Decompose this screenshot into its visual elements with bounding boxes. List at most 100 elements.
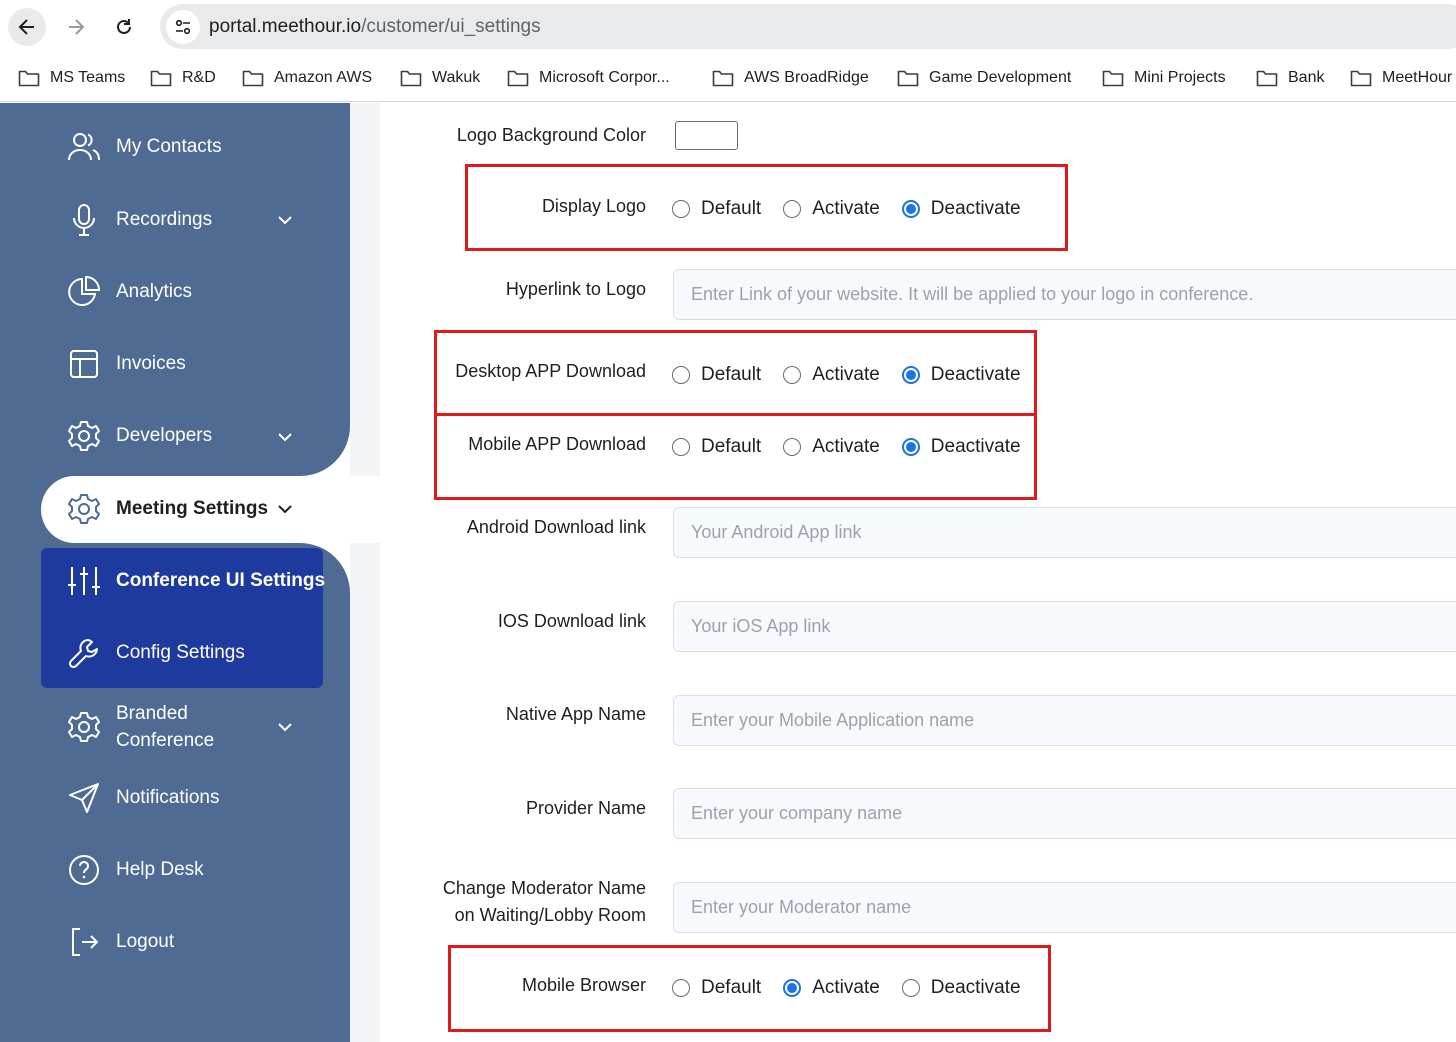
sidebar-item-config-settings[interactable]: Config Settings [66,635,245,671]
folder-icon [507,70,529,87]
sidebar-item-analytics[interactable]: Analytics [66,274,192,310]
moderator-label-line1: Change Moderator Name [442,878,646,898]
sidebar-item-label: Meeting Settings [116,498,269,519]
sidebar-item-my-contacts[interactable]: My Contacts [66,129,222,165]
branded-label-line1: Branded [116,703,188,724]
ios-link-input[interactable] [673,601,1456,652]
sidebar-item-label: Recordings [116,209,213,230]
logo-bg-color-picker[interactable] [675,121,738,150]
arrow-left-icon [18,19,34,35]
reload-icon [117,19,131,34]
chevron-down-icon[interactable] [276,211,294,229]
site-info-button[interactable] [166,10,200,44]
address-bar[interactable]: portal.meethour.io/customer/ui_settings [160,4,1456,49]
help-icon [66,852,102,888]
hyperlink-logo-label: Hyperlink to Logo [505,279,646,299]
bookmark-item[interactable]: Microsoft Corpor... [507,66,670,90]
highlight-box [434,413,1037,500]
hyperlink-logo-input[interactable] [673,269,1456,320]
invoice-icon [66,346,102,382]
bookmark-item[interactable]: Wakuk [400,66,480,90]
folder-icon [18,70,40,87]
content-gutter [350,103,380,1042]
sidebar-item-recordings[interactable]: Recordings [66,202,212,238]
pie-chart-icon [66,274,102,310]
bookmark-label: AWS BroadRidge [744,69,869,86]
native-app-name-input[interactable] [673,695,1456,746]
folder-icon [242,70,264,87]
bookmark-label: Wakuk [432,69,481,86]
native-app-name-label: Native App Name [505,704,646,724]
sidebar-item-logout[interactable]: Logout [66,924,174,960]
chevron-down-icon[interactable] [276,500,294,518]
folder-icon [400,70,422,87]
forward-button[interactable] [57,8,95,46]
provider-name-input[interactable] [673,788,1456,839]
chevron-down-icon[interactable] [276,428,294,446]
folder-icon [897,70,919,87]
sidebar-item-label: Developers [116,425,213,446]
sidebar-item-conference-ui-settings[interactable]: Conference UI Settings [66,563,325,599]
bookmark-item[interactable]: R&D [150,66,216,90]
send-icon [66,780,102,816]
sidebar-item-developers[interactable]: Developers [66,418,212,454]
moderator-label-line2: on Waiting/Lobby Room [454,905,646,925]
sidebar-item-label: Logout [116,931,175,952]
bookmark-label: Microsoft Corpor... [539,69,670,86]
wrench-icon [66,635,102,671]
folder-icon [1256,70,1278,87]
moderator-name-label: Change Moderator Name on Waiting/Lobby Ro… [443,875,646,929]
bookmark-item[interactable]: AWS BroadRidge [712,66,869,90]
bookmark-item[interactable]: Game Development [897,66,1071,90]
folder-icon [1102,70,1124,87]
url-path: /customer/ui_settings [361,16,541,37]
browser-toolbar: portal.meethour.io/customer/ui_settings [0,0,1456,54]
url-text: portal.meethour.io/customer/ui_settings [209,16,541,38]
bookmark-label: MeetHour [1382,69,1453,86]
folder-icon [712,70,734,87]
sidebar-item-label: Help Desk [116,859,204,880]
contacts-icon [66,129,102,165]
android-link-label: Android Download link [466,517,646,537]
highlight-box [465,164,1068,251]
sidebar-item-label: Notifications [116,787,220,808]
sidebar-item-help-desk[interactable]: Help Desk [66,852,204,888]
sidebar-item-label: Branded Conference [116,700,214,754]
back-button[interactable] [8,8,46,46]
branded-label-line2: Conference [116,730,215,751]
sidebar-item-invoices[interactable]: Invoices [66,346,186,382]
bookmark-label: Bank [1288,69,1325,86]
bookmark-label: Mini Projects [1134,69,1226,86]
gear-icon [66,418,102,454]
sidebar-item-notifications[interactable]: Notifications [66,780,220,816]
sidebar-item-branded-conference[interactable]: Branded Conference [66,700,214,754]
sidebar-item-label: Config Settings [116,642,245,663]
highlight-box [434,330,1037,416]
folder-icon [150,70,172,87]
reload-button[interactable] [105,8,143,46]
bookmark-item[interactable]: MS Teams [18,66,125,90]
gear-icon [66,491,102,527]
android-link-input[interactable] [673,507,1456,558]
bookmark-label: Game Development [929,69,1072,86]
moderator-name-input[interactable] [673,882,1456,933]
bookmark-item[interactable]: Bank [1256,66,1324,90]
sliders-icon [66,563,102,599]
url-host: portal.meethour.io [209,16,362,37]
gear-icon [66,709,102,745]
bookmark-item[interactable]: MeetHour [1350,66,1452,90]
chevron-down-icon[interactable] [276,718,294,736]
sidebar-item-meeting-settings[interactable]: Meeting Settings [66,491,268,527]
highlight-box [448,945,1051,1032]
bookmark-item[interactable]: Mini Projects [1102,66,1226,90]
bookmark-label: MS Teams [50,69,126,86]
sidebar-item-label: My Contacts [116,136,222,157]
bookmark-item[interactable]: Amazon AWS [242,66,372,90]
arrow-right-icon [69,19,85,35]
provider-name-label: Provider Name [525,798,646,818]
bookmark-label: Amazon AWS [274,69,373,86]
bookmarks-bar: MS Teams R&D Amazon AWS Wakuk Microsoft Corp… [0,54,1456,102]
site-settings-icon [175,19,191,35]
microphone-icon [66,202,102,238]
sidebar-item-label: Conference UI Settings [116,570,326,591]
